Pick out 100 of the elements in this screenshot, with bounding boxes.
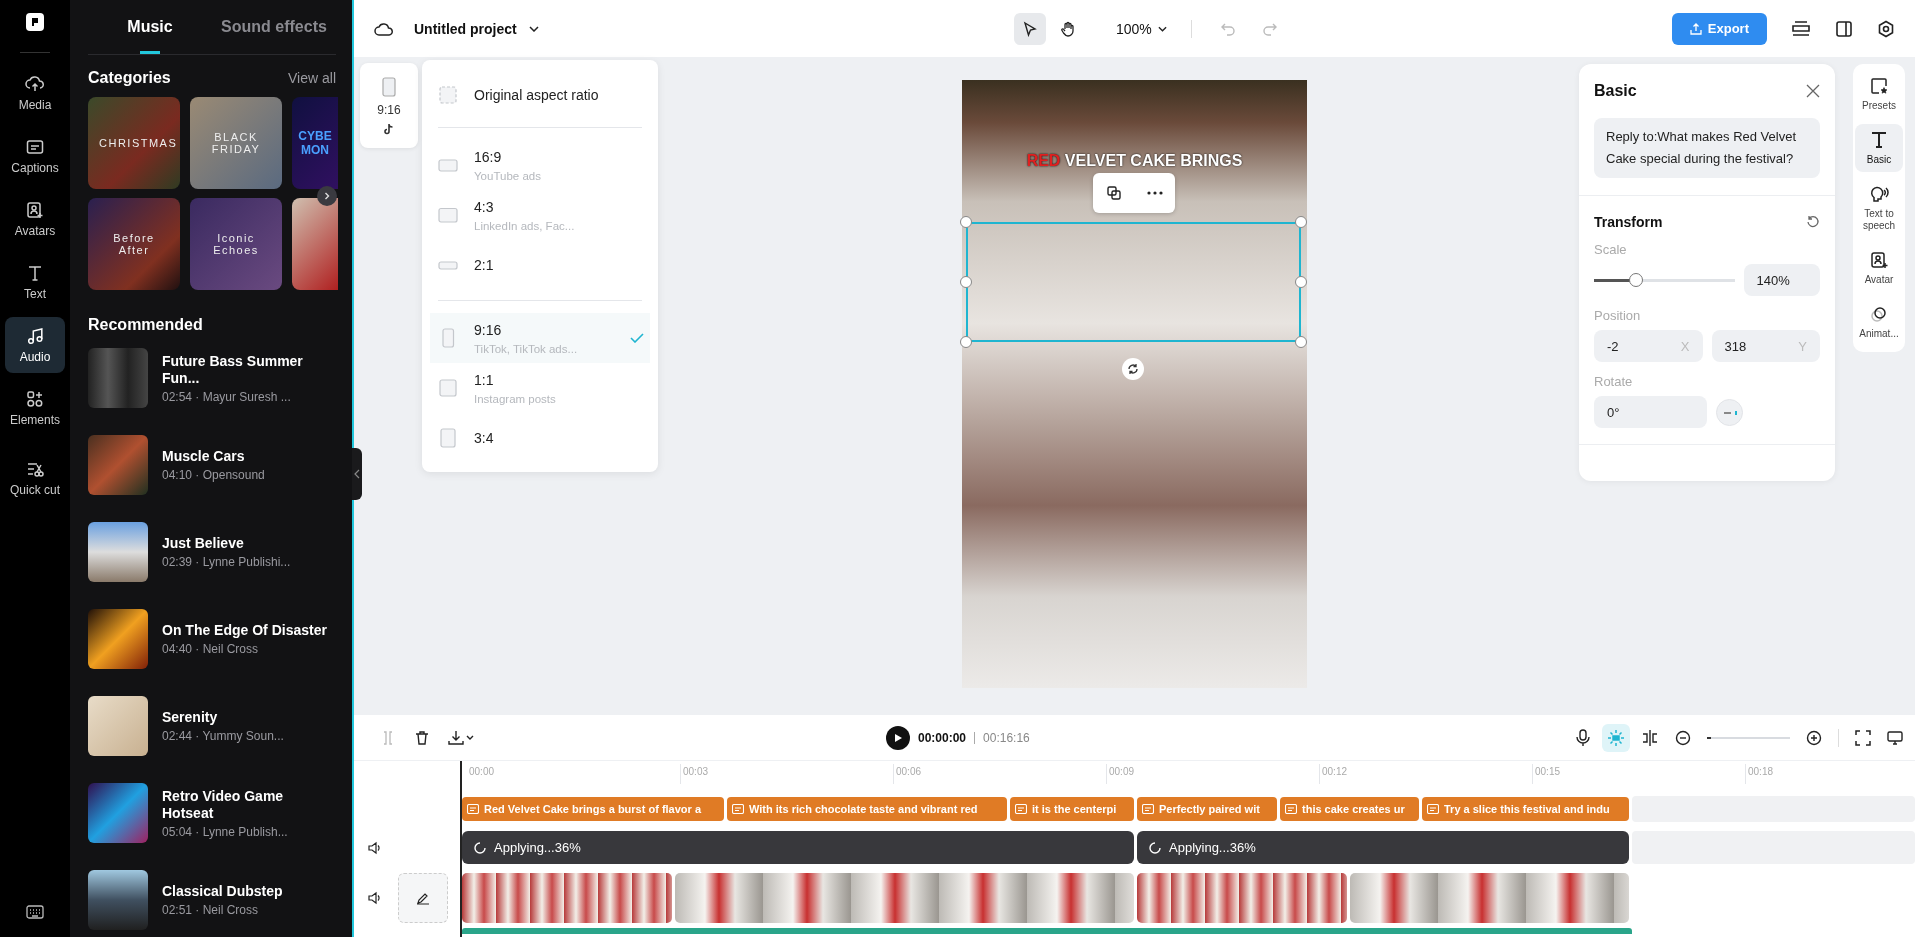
property-tab[interactable]: Basic xyxy=(1855,124,1903,172)
play-button[interactable] xyxy=(886,725,910,750)
current-time: 00:00:00 xyxy=(918,730,967,745)
timeline-zoom-slider[interactable] xyxy=(1707,736,1790,739)
section-title: Transform xyxy=(1594,214,1663,230)
video-clip-thumbnails[interactable] xyxy=(462,873,672,923)
album-cover-photo[interactable] xyxy=(88,783,148,843)
speaker-icon[interactable] xyxy=(368,891,382,905)
video-clip-thumbnails[interactable] xyxy=(1350,873,1629,923)
sidebar-item[interactable]: Elements xyxy=(5,380,65,436)
resize-handle[interactable] xyxy=(1295,216,1307,228)
property-tab[interactable]: Presets xyxy=(1855,70,1903,118)
sidebar-item[interactable]: Quick cut xyxy=(5,443,65,513)
settings-icon[interactable] xyxy=(1877,19,1895,38)
category-tile[interactable]: Before After xyxy=(88,198,180,290)
aspect-ratio-option[interactable]: Original aspect ratio xyxy=(438,72,642,117)
rotate-input-field[interactable]: 0° xyxy=(1594,396,1707,428)
layers-icon[interactable] xyxy=(1791,19,1811,38)
view-all-link[interactable]: View all xyxy=(288,70,336,86)
video-clip-thumbnails[interactable] xyxy=(1137,873,1347,923)
track-meta: 04:40 · Neil Cross xyxy=(162,642,260,656)
property-tab[interactable]: Text to speech xyxy=(1855,178,1903,238)
y-input-field[interactable]: 318 Y xyxy=(1711,330,1820,362)
track-title[interactable]: Retro Video Game Hotseat xyxy=(162,787,332,822)
delete-icon[interactable] xyxy=(414,729,430,746)
track-title[interactable]: On The Edge Of Disaster xyxy=(162,622,332,639)
spinner-icon xyxy=(474,841,486,854)
music-note-icon xyxy=(383,122,395,135)
property-tab[interactable]: Avatar xyxy=(1855,244,1903,292)
duplicate-icon[interactable] xyxy=(1105,185,1122,201)
avatar-icon xyxy=(1869,250,1889,270)
speaker-icon[interactable] xyxy=(368,840,382,855)
category-tile[interactable]: CHRISTMAS xyxy=(88,97,180,189)
track-title[interactable]: Muscle Cars xyxy=(162,448,332,465)
video-preview-photo[interactable]: RED VELVET CAKE BRINGS xyxy=(962,80,1307,688)
fullscreen-icon[interactable] xyxy=(1855,729,1871,746)
format-card[interactable]: 9:16 xyxy=(360,63,418,148)
processing-clip[interactable]: Applying...36% xyxy=(1137,831,1629,864)
text-input-field[interactable]: Reply to:What makes Red Velvet Cake special during the festival? xyxy=(1594,118,1820,178)
panel-layout-icon[interactable] xyxy=(1835,19,1853,38)
download-button[interactable] xyxy=(448,729,474,746)
split-clip-icon[interactable] xyxy=(1641,728,1659,747)
cloud-icon[interactable] xyxy=(374,20,394,37)
aspect-ratio-option[interactable]: 9:16 TikTok, TikTok ads... xyxy=(430,313,650,363)
app-logo-icon[interactable] xyxy=(25,12,45,32)
snap-toggle-button[interactable] xyxy=(1602,723,1630,752)
rotate-handle[interactable] xyxy=(1122,358,1144,380)
panel-tab[interactable]: Music xyxy=(88,0,212,54)
track-title[interactable]: Just Believe xyxy=(162,535,332,552)
aspect-ratio-option[interactable]: 3:4 xyxy=(438,413,642,463)
caret-icon xyxy=(1157,25,1167,32)
zoom-in-icon[interactable] xyxy=(1806,729,1822,746)
pointer-tool-button[interactable] xyxy=(1014,12,1046,45)
processing-clip[interactable]: Applying...36% xyxy=(462,831,1134,864)
keyboard-icon[interactable] xyxy=(26,905,44,919)
album-cover-photo[interactable] xyxy=(88,870,148,930)
audio-clip[interactable] xyxy=(462,928,1632,934)
ruler-time-label: 00:00 xyxy=(468,765,496,779)
elements-icon xyxy=(25,389,45,409)
video-caption-text[interactable]: RED VELVET CAKE BRINGS xyxy=(962,152,1307,170)
slider-thumb[interactable] xyxy=(1629,273,1644,287)
field-label: Position xyxy=(1594,308,1642,323)
aspect-ratio-option[interactable]: 2:1 xyxy=(438,240,642,290)
category-tile[interactable]: CYBE MON xyxy=(292,97,338,189)
panel-collapse-handle[interactable] xyxy=(352,448,362,500)
scale-input-field[interactable]: 140% xyxy=(1743,264,1820,296)
presets-icon xyxy=(1869,76,1889,96)
resize-handle[interactable] xyxy=(1295,276,1307,288)
resize-handle[interactable] xyxy=(960,216,972,228)
track-title[interactable]: Future Bass Summer Fun... xyxy=(162,352,332,387)
track-meta: 02:51 · Neil Cross xyxy=(162,903,260,917)
resize-handle[interactable] xyxy=(960,276,972,288)
property-tab[interactable]: Animat... xyxy=(1855,298,1903,346)
reset-icon[interactable] xyxy=(1806,215,1820,229)
aspect-ratio-option[interactable]: 1:1 Instagram posts xyxy=(438,363,642,413)
zoom-out-icon[interactable] xyxy=(1675,729,1691,746)
category-tile[interactable]: Iconic Echoes xyxy=(190,198,282,290)
video-clip-thumbnails[interactable] xyxy=(675,873,1134,923)
more-icon[interactable] xyxy=(1146,191,1163,195)
category-tile[interactable]: BLACK FRIDAY xyxy=(190,97,282,189)
aspect-ratio-option[interactable]: 16:9 YouTube ads xyxy=(438,140,642,190)
sidebar-item[interactable]: Audio xyxy=(5,317,65,373)
zoom-dropdown[interactable]: 100% xyxy=(1110,19,1173,38)
track-title[interactable]: Serenity xyxy=(162,709,332,726)
resize-handle[interactable] xyxy=(1295,336,1307,348)
album-cover-photo[interactable] xyxy=(88,609,148,669)
panel-tab[interactable]: Sound effects xyxy=(212,0,336,54)
sidebar-item[interactable]: Text xyxy=(5,254,65,310)
sidebar-item[interactable]: Avatars xyxy=(5,191,65,247)
aspect-ratio-option[interactable]: 4:3 LinkedIn ads, Fac... xyxy=(438,190,642,240)
microphone-icon[interactable] xyxy=(1575,728,1591,747)
resize-handle[interactable] xyxy=(960,336,972,348)
sidebar-item[interactable]: Media xyxy=(5,65,65,121)
track-title[interactable]: Classical Dubstep xyxy=(162,883,332,900)
close-icon[interactable] xyxy=(1806,84,1820,98)
project-name-dropdown[interactable]: Untitled project xyxy=(408,19,545,38)
category-tile-photo[interactable] xyxy=(292,198,338,290)
field-label: Rotate xyxy=(1594,374,1634,389)
monitor-icon[interactable] xyxy=(1887,729,1903,746)
sidebar-item[interactable]: Captions xyxy=(5,128,65,184)
